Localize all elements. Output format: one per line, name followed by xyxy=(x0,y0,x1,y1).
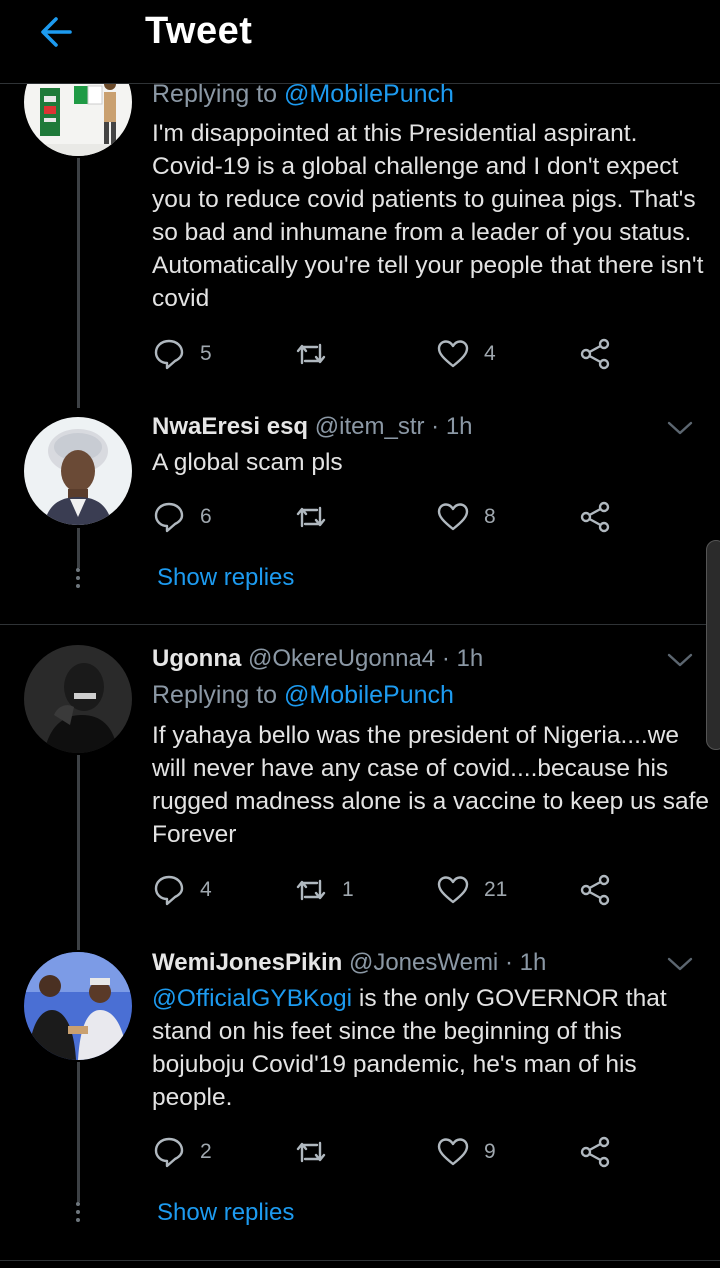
retweet-button[interactable]: 1 xyxy=(294,870,354,910)
share-button[interactable] xyxy=(578,870,612,910)
retweet-icon xyxy=(296,1141,326,1163)
share-icon xyxy=(580,1136,610,1168)
divider xyxy=(0,624,720,625)
share-button[interactable] xyxy=(578,334,612,374)
tweet-actions: 6 8 xyxy=(152,497,622,537)
share-button[interactable] xyxy=(578,497,612,537)
retweet-icon xyxy=(296,506,326,528)
replying-to: Replying to @MobilePunch xyxy=(152,681,454,709)
like-button[interactable]: 21 xyxy=(436,870,507,910)
top-bar: Tweet xyxy=(0,0,720,84)
show-replies-link[interactable]: Show replies xyxy=(157,564,294,592)
heart-icon xyxy=(437,1138,469,1166)
like-count: 8 xyxy=(484,505,496,528)
tweet-time: · 1h xyxy=(441,645,484,672)
tweet-actions: 4 1 21 xyxy=(152,870,622,910)
reply-count: 2 xyxy=(200,1140,212,1163)
tweet-header: NwaEresi esq @item_str · 1h xyxy=(152,413,473,441)
comment-icon xyxy=(154,875,184,906)
avatar[interactable] xyxy=(24,645,132,753)
like-count: 21 xyxy=(484,878,508,901)
avatar[interactable] xyxy=(24,417,132,525)
reply-count: 4 xyxy=(200,878,212,901)
tweet-header: Ugonna @OkereUgonna4 · 1h xyxy=(152,645,483,673)
reply-count: 6 xyxy=(200,505,212,528)
show-replies-link[interactable]: Show replies xyxy=(157,1199,294,1227)
share-icon xyxy=(580,501,610,533)
thread-line xyxy=(77,1062,80,1202)
tweet-time: · 1h xyxy=(504,949,547,976)
retweet-icon xyxy=(296,879,326,901)
scroll-handle[interactable] xyxy=(706,540,720,750)
display-name[interactable]: Ugonna xyxy=(152,645,241,672)
display-name[interactable]: NwaEresi esq xyxy=(152,413,308,440)
heart-icon xyxy=(437,876,469,904)
user-handle[interactable]: @JonesWemi xyxy=(349,949,498,976)
tweet-time: · 1h xyxy=(431,413,473,440)
tweet-actions: 2 9 xyxy=(152,1132,622,1172)
avatar[interactable] xyxy=(24,952,132,1060)
comment-icon xyxy=(154,1137,184,1168)
mention-link[interactable]: @MobilePunch xyxy=(284,681,454,709)
tweet-text: @OfficialGYBKogi is the only GOVERNOR th… xyxy=(152,985,667,1111)
comment-icon xyxy=(154,339,184,370)
heart-icon xyxy=(437,340,469,368)
share-icon xyxy=(580,338,610,370)
retweet-button[interactable] xyxy=(294,334,342,374)
thread-line xyxy=(77,755,80,950)
heart-icon xyxy=(437,503,469,531)
thread-dots xyxy=(76,568,80,592)
tweet-text: If yahaya bello was the president of Nig… xyxy=(152,722,710,848)
tweet-text: I'm disappointed at this Presidential as… xyxy=(152,120,704,312)
like-button[interactable]: 8 xyxy=(436,497,496,537)
retweet-count: 1 xyxy=(342,878,354,901)
mention-link[interactable]: @MobilePunch xyxy=(284,80,454,108)
user-handle[interactable]: @item_str xyxy=(315,413,425,440)
thread-line xyxy=(77,528,80,568)
share-button[interactable] xyxy=(578,1132,612,1172)
like-count: 9 xyxy=(484,1140,496,1163)
chevron-down-icon[interactable] xyxy=(666,650,694,670)
divider xyxy=(0,1260,720,1261)
retweet-icon xyxy=(296,343,326,365)
display-name[interactable]: WemiJonesPikin xyxy=(152,949,342,976)
back-button[interactable] xyxy=(36,12,76,52)
comment-icon xyxy=(154,502,184,533)
retweet-button[interactable] xyxy=(294,1132,342,1172)
thread-line xyxy=(77,158,80,408)
user-handle[interactable]: @OkereUgonna4 xyxy=(248,645,435,672)
chevron-down-icon[interactable] xyxy=(666,954,694,974)
reply-button[interactable]: 6 xyxy=(152,497,212,537)
mention-link[interactable]: @OfficialGYBKogi xyxy=(152,985,352,1012)
page-title: Tweet xyxy=(145,10,253,52)
tweet-text: A global scam pls xyxy=(152,449,343,476)
chevron-down-icon[interactable] xyxy=(666,418,694,438)
thread-dots xyxy=(76,1202,80,1226)
share-icon xyxy=(580,874,610,906)
tweet-actions: 5 4 xyxy=(152,334,622,374)
tweet-header: WemiJonesPikin @JonesWemi · 1h xyxy=(152,949,546,977)
reply-button[interactable]: 2 xyxy=(152,1132,212,1172)
like-button[interactable]: 4 xyxy=(436,334,496,374)
arrow-left-icon xyxy=(41,17,72,47)
reply-button[interactable]: 4 xyxy=(152,870,212,910)
replying-to: Replying to @MobilePunch xyxy=(152,80,454,108)
retweet-button[interactable] xyxy=(294,497,342,537)
reply-button[interactable]: 5 xyxy=(152,334,212,374)
reply-count: 5 xyxy=(200,342,212,365)
like-button[interactable]: 9 xyxy=(436,1132,496,1172)
like-count: 4 xyxy=(484,342,496,365)
